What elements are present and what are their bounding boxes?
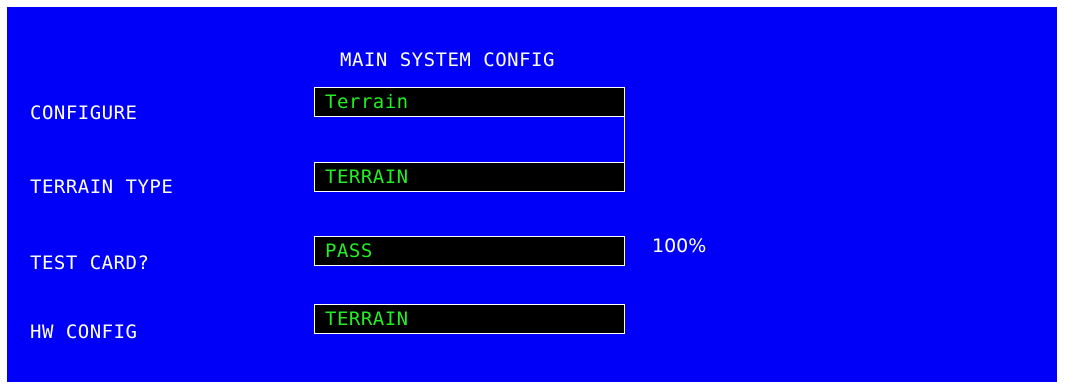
configure-label: CONFIGURE — [30, 102, 138, 124]
terrain-type-label: TERRAIN TYPE — [30, 176, 174, 198]
test-card-field[interactable]: PASS — [314, 236, 625, 266]
hw-config-field[interactable]: TERRAIN — [314, 304, 625, 334]
config-screen: MAIN SYSTEM CONFIG CONFIGURE Terrain TER… — [7, 7, 1057, 382]
test-card-percent: 100% — [652, 235, 707, 257]
hw-config-label: HW CONFIG — [30, 321, 138, 343]
page-title: MAIN SYSTEM CONFIG — [340, 49, 555, 71]
field-connector-line — [624, 117, 625, 164]
configure-field[interactable]: Terrain — [314, 87, 625, 117]
terrain-type-field[interactable]: TERRAIN — [314, 162, 625, 192]
test-card-label: TEST CARD? — [30, 252, 150, 274]
